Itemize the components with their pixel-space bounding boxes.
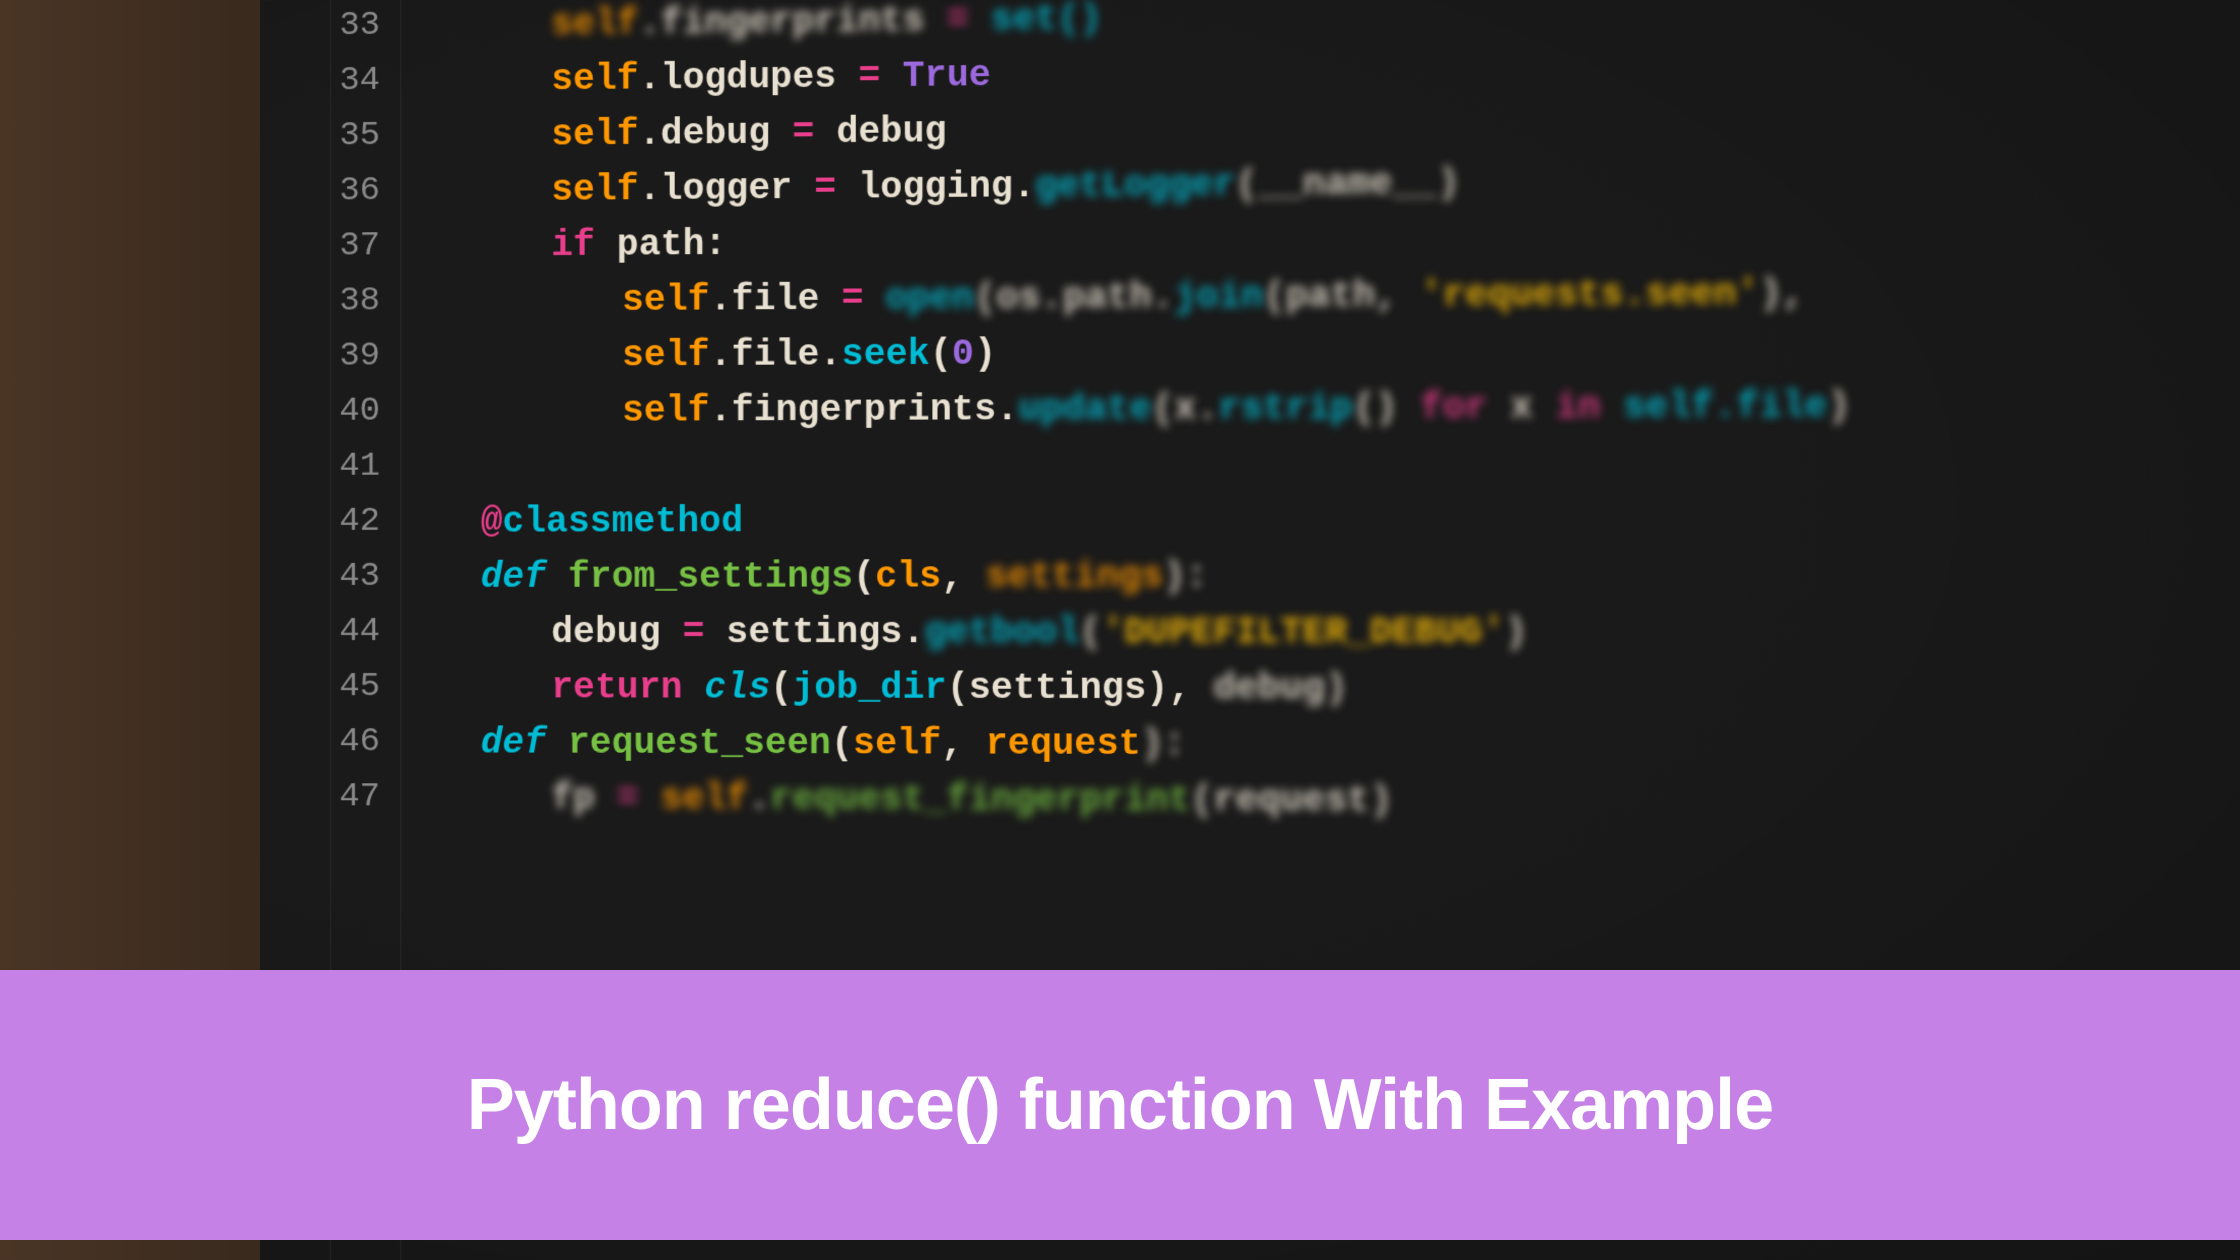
code-line: debug = settings.getbool('DUPEFILTER_DEB… xyxy=(481,604,2240,661)
code-line: return cls(job_dir(settings), debug) xyxy=(481,660,2240,718)
code-line-blank xyxy=(481,433,2240,494)
code-line: fp = self.request_fingerprint(request) xyxy=(481,771,2240,832)
line-number: 37 xyxy=(260,219,420,275)
code-line: self.fingerprints.update(x.rstrip() for … xyxy=(481,376,2240,439)
line-number: 44 xyxy=(260,605,420,660)
title-banner: Python reduce() function With Example xyxy=(0,970,2240,1240)
line-number: 47 xyxy=(260,770,420,826)
line-number: 41 xyxy=(260,439,420,495)
line-number: 35 xyxy=(260,109,420,165)
line-number: 38 xyxy=(260,274,420,330)
code-line: self.file = open(os.path.join(path, 'req… xyxy=(481,262,2240,329)
code-line: self.file.seek(0) xyxy=(481,319,2240,384)
line-number: 42 xyxy=(260,495,420,550)
line-number: 46 xyxy=(260,715,420,770)
line-number: 40 xyxy=(260,384,420,440)
line-number: 39 xyxy=(260,329,420,385)
line-number: 45 xyxy=(260,660,420,715)
code-line: def from_settings(cls, settings): xyxy=(481,547,2240,605)
line-number: 43 xyxy=(260,550,420,605)
code-line: def request_seen(self, request): xyxy=(481,715,2240,775)
title-text: Python reduce() function With Example xyxy=(467,1064,1773,1146)
line-number: 36 xyxy=(260,164,420,220)
line-number: 34 xyxy=(260,53,420,110)
line-number: 33 xyxy=(260,0,420,55)
promo-image: 33 34 35 36 37 38 39 40 41 42 43 44 45 4… xyxy=(0,0,2240,1260)
code-line: @classmethod xyxy=(481,490,2240,550)
